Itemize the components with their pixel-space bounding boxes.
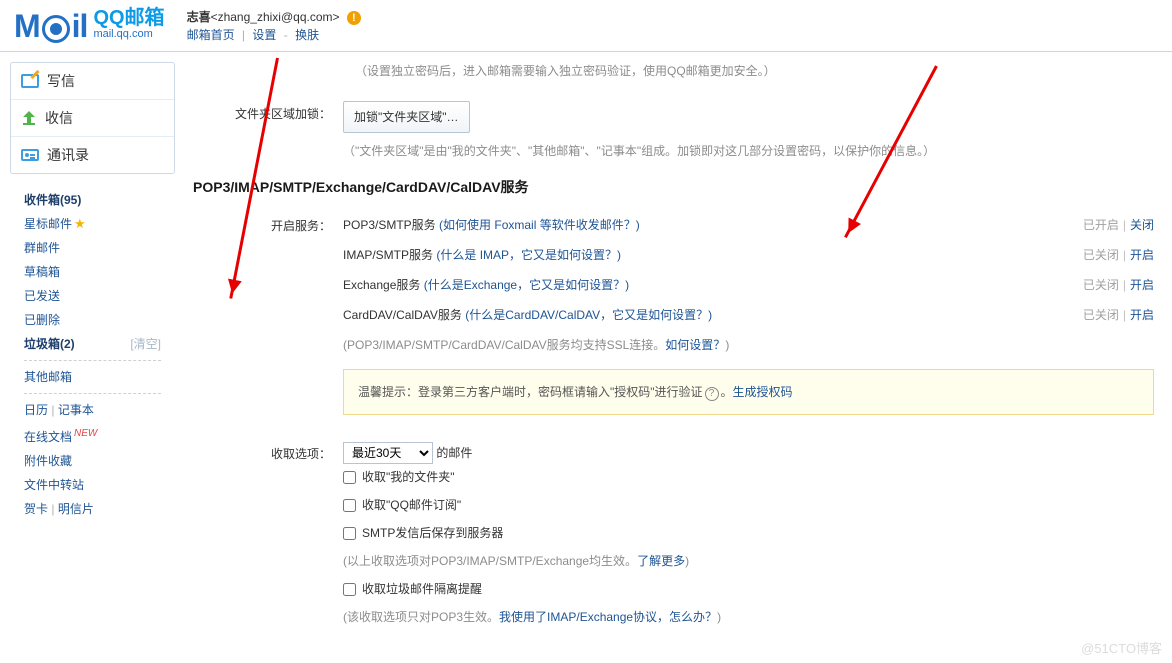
svc-imap-action[interactable]: 开启: [1130, 248, 1154, 262]
sidebar-starred[interactable]: 星标邮件: [24, 217, 72, 231]
svc-exchange-action[interactable]: 开启: [1130, 278, 1154, 292]
help-icon[interactable]: ?: [705, 387, 719, 401]
chk3-note: (以上收取选项对POP3/IMAP/SMTP/Exchange均生效。了解更多): [343, 549, 1154, 573]
sidebar-calendar[interactable]: 日历: [24, 403, 48, 417]
receive-button[interactable]: 收信: [11, 99, 174, 136]
ssl-note: (POP3/IMAP/SMTP/CardDAV/CalDAV服务均支持SSL连接…: [343, 333, 1154, 357]
content-pane: （设置独立密码后，进入邮箱需要输入独立密码验证，使用QQ邮箱更加安全。） 文件夹…: [175, 52, 1172, 663]
svc-pop3-action[interactable]: 关闭: [1130, 218, 1154, 232]
recv-range-select[interactable]: 最近30天: [343, 442, 433, 464]
sidebar-docs[interactable]: 在线文档: [24, 430, 72, 444]
nav-home[interactable]: 邮箱首页: [187, 28, 235, 42]
sidebar-transfer[interactable]: 文件中转站: [24, 473, 84, 497]
ssl-link[interactable]: 如何设置？: [665, 338, 725, 352]
chk-subscribe[interactable]: 收取"QQ邮件订阅": [343, 498, 461, 512]
user-line: 志喜<zhang_zhixi@qq.com> !: [187, 8, 361, 26]
svc-imap-help[interactable]: (什么是 IMAP，它又是如何设置？): [436, 248, 621, 262]
sidebar: 写信 收信 通讯录 收件箱(95) 星标邮件★ 群邮件 草稿箱 已发送 已删除 …: [0, 52, 175, 663]
recv-suffix: 的邮件: [436, 446, 472, 460]
sidebar-other[interactable]: 其他邮箱: [24, 365, 72, 389]
user-email: <zhang_zhixi@qq.com>: [211, 10, 340, 24]
quick-panel: 写信 收信 通讯录: [10, 62, 175, 174]
chk-spam-remind[interactable]: 收取垃圾邮件隔离提醒: [343, 582, 482, 596]
sidebar-sent[interactable]: 已发送: [24, 284, 60, 308]
svc-pop3: 已开启|关闭 POP3/SMTP服务 (如何使用 Foxmail 等软件收发邮件…: [343, 213, 1154, 237]
folder-list: 收件箱(95) 星标邮件★ 群邮件 草稿箱 已发送 已删除 垃圾箱(2) [清空]…: [10, 184, 175, 531]
sidebar-deleted[interactable]: 已删除: [24, 308, 60, 332]
compose-button[interactable]: 写信: [11, 63, 174, 99]
svc-exchange-help[interactable]: (什么是Exchange，它又是如何设置？): [424, 278, 629, 292]
learn-more[interactable]: 了解更多: [637, 554, 685, 568]
service-label: 开启服务：: [193, 213, 343, 415]
sidebar-drafts[interactable]: 草稿箱: [24, 260, 60, 284]
svc-carddav: 已关闭|开启 CardDAV/CalDAV服务 (什么是CardDAV/CalD…: [343, 303, 1154, 327]
new-badge: NEW: [74, 428, 97, 439]
sidebar-attach[interactable]: 附件收藏: [24, 449, 72, 473]
write-icon: [21, 74, 39, 88]
svc-carddav-action[interactable]: 开启: [1130, 308, 1154, 322]
chk-myfolder[interactable]: 收取"我的文件夹": [343, 470, 455, 484]
sidebar-trash[interactable]: 垃圾箱(2): [24, 332, 75, 356]
sidebar-postcard[interactable]: 明信片: [58, 502, 94, 516]
svc-exchange: 已关闭|开启 Exchange服务 (什么是Exchange，它又是如何设置？): [343, 273, 1154, 297]
app-header: Mil QQ邮箱 mail.qq.com 志喜<zhang_zhixi@qq.c…: [0, 0, 1172, 52]
auth-code-notice: 温馨提示：登录第三方客户端时，密码框请输入"授权码"进行验证?。生成授权码: [343, 369, 1154, 415]
contacts-button[interactable]: 通讯录: [11, 136, 174, 173]
penguin-icon: [42, 15, 70, 43]
chk-smtp-save[interactable]: SMTP发信后保存到服务器: [343, 526, 503, 540]
star-icon: ★: [74, 216, 86, 231]
contact-icon: [21, 149, 39, 161]
top-note: （设置独立密码后，进入邮箱需要输入独立密码验证，使用QQ邮箱更加安全。）: [355, 62, 1154, 79]
nav-settings[interactable]: 设置: [252, 28, 276, 42]
user-name: 志喜: [187, 10, 211, 24]
svc-imap: 已关闭|开启 IMAP/SMTP服务 (什么是 IMAP，它又是如何设置？): [343, 243, 1154, 267]
chk4-note: (该收取选项只对POP3生效。我使用了IMAP/Exchange协议，怎么办？): [343, 605, 1154, 629]
service-section-title: POP3/IMAP/SMTP/Exchange/CardDAV/CalDAV服务: [193, 177, 1154, 197]
svc-pop3-help[interactable]: (如何使用 Foxmail 等软件收发邮件？): [439, 218, 640, 232]
svc-carddav-help[interactable]: (什么是CardDAV/CalDAV，它又是如何设置？): [465, 308, 712, 322]
logo[interactable]: Mil QQ邮箱 mail.qq.com: [14, 8, 165, 45]
gen-auth-code[interactable]: 生成授权码: [733, 385, 793, 399]
nav-skin[interactable]: 换肤: [295, 28, 319, 42]
recv-label: 收取选项：: [193, 441, 343, 633]
imap-help[interactable]: 我使用了IMAP/Exchange协议，怎么办？: [499, 610, 717, 624]
trash-clear[interactable]: [清空]: [130, 332, 161, 356]
sidebar-group[interactable]: 群邮件: [24, 236, 60, 260]
sidebar-card[interactable]: 贺卡: [24, 502, 48, 516]
logo-cn: QQ邮箱: [93, 8, 164, 28]
sidebar-notepad[interactable]: 记事本: [58, 403, 94, 417]
lock-note: （"文件夹区域"是由"我的文件夹"、"其他邮箱"、"记事本"组成。加锁即对这几部…: [343, 139, 1154, 163]
warn-icon[interactable]: !: [347, 11, 361, 25]
logo-en: mail.qq.com: [93, 28, 164, 40]
sidebar-inbox[interactable]: 收件箱(95): [24, 188, 81, 212]
watermark: @51CTO博客: [1081, 638, 1162, 657]
inbox-icon: [21, 111, 37, 125]
lock-button[interactable]: 加锁"文件夹区域"…: [343, 101, 470, 133]
